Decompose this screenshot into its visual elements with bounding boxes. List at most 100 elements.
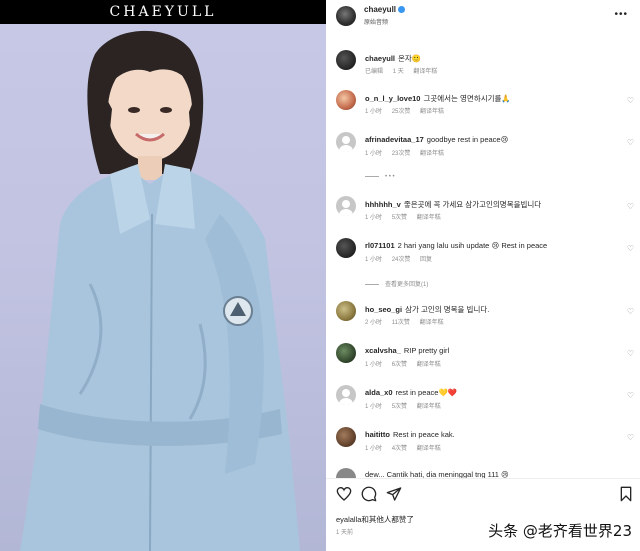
comment-likes[interactable]: 25次赞 [392,109,411,115]
comment-text: rl071101 2 hari yang lalu usih update 😢 R… [365,241,547,250]
comment-meta: 1 小时 5次赞 翻译年糕 [365,212,449,221]
comment-likes[interactable]: 23次赞 [392,151,411,157]
comment-time: 2 小时 [365,320,383,326]
comment-reply[interactable]: 回复 [420,257,432,263]
comment-row: hhhhhh_v 좋은곳에 꼭 가세요 삼가고인의명복을빕니다 1 小时 5次赞 … [326,196,640,221]
heart-outline-icon[interactable] [336,486,352,502]
comment-reply[interactable]: 翻译年糕 [417,362,441,368]
paper-plane-icon[interactable] [386,486,402,502]
comment-likes[interactable]: 11次赞 [392,320,410,326]
like-comment-heart-icon[interactable]: ♡ [627,349,634,358]
comment-body: Rest in peace kak. [393,430,455,439]
default-avatar-icon[interactable] [336,132,356,152]
comment-likes[interactable]: 6次赞 [392,362,407,368]
comment-time: 1 小时 [365,215,383,221]
comment-likes[interactable]: 1 天 [393,69,404,75]
likes-summary[interactable]: eyalalla和其他人都赞了 [336,514,414,525]
comment-likes[interactable]: 24次赞 [392,257,411,263]
comment-meta: 1 小时 4次赞 翻译年糕 [365,443,449,452]
comment-meta: 1 小时 23次赞 翻译年糕 [365,148,452,157]
comment-reply[interactable]: 翻译年糕 [420,109,444,115]
like-comment-heart-icon[interactable]: ♡ [627,244,634,253]
post-photo[interactable] [0,24,326,551]
photo-panel: CHAEYULL [0,0,326,551]
comment-meta: 1 小时 25次赞 翻译年糕 [365,106,452,115]
default-avatar-icon[interactable] [336,196,356,216]
comment-reply[interactable]: 翻译年糕 [417,215,441,221]
commenter-avatar[interactable] [336,468,356,478]
post-timestamp: 1 天前 [336,530,354,536]
partial-comment-row: dew... Cantik hati, dia meninggal tng 11… [326,466,640,478]
comment-bubble-icon[interactable] [361,486,377,502]
comment-text: alda_x0 rest in peace💛❤️ [365,388,457,397]
comment-time: 1 小时 [365,446,383,452]
comment-meta: 1 小时 6次赞 翻译年糕 [365,359,449,368]
commenter-username[interactable]: hhhhhh_v [365,200,401,209]
commenter-avatar[interactable] [336,301,356,321]
commenter-username[interactable]: haititto [365,430,390,439]
comment-row: alda_x0 rest in peace💛❤️ 1 小时 5次赞 翻译年糕 ♡ [326,385,640,410]
brand-bar: CHAEYULL [0,0,326,24]
comment-text: haititto Rest in peace kak. [365,430,455,439]
comment-time: 1 小时 [365,109,383,115]
comment-body: 2 hari yang lalu usih update 😢 Rest in p… [397,241,548,250]
post-username-text[interactable]: chaeyull [364,5,396,14]
comment-body: 그곳에서는 영면하시기를🙏 [423,94,511,103]
like-comment-heart-icon[interactable]: ♡ [627,433,634,442]
like-comment-heart-icon[interactable]: ♡ [627,138,634,147]
commenter-username[interactable]: xcalvsha_ [365,346,401,355]
commenter-avatar[interactable] [336,427,356,447]
comment-reply[interactable]: 翻译年糕 [417,404,441,410]
view-replies-link[interactable]: • • • [365,174,395,180]
comment-body: 좋은곳에 꼭 가세요 삼가고인의명복을빕니다 [403,200,542,209]
like-comment-heart-icon[interactable]: ♡ [627,307,634,316]
comment-body: rest in peace💛❤️ [395,388,458,397]
commenter-username[interactable]: o_n_l_y_love10 [365,94,420,103]
post-author-avatar[interactable] [336,6,356,26]
comment-body: 온자🙂 [398,54,422,63]
bookmark-icon[interactable] [618,486,634,502]
comment-text: ho_seo_gi 삼가 고인의 명복을 빕니다. [365,304,489,315]
comment-time: 1 小时 [365,151,383,157]
post-subtitle[interactable]: 原始音频 [364,17,388,26]
comment-likes[interactable]: 4次赞 [392,446,407,452]
default-avatar-icon[interactable] [336,385,356,405]
brand-logo: CHAEYULL [109,4,217,20]
commenter-avatar[interactable] [336,50,356,70]
verified-badge-icon [398,6,406,14]
commenter-avatar[interactable] [336,90,356,110]
comment-time: 已编辑 [365,69,384,75]
like-comment-heart-icon[interactable]: ♡ [627,96,634,105]
commenter-username[interactable]: ho_seo_gi [365,305,402,314]
comment-text: o_n_l_y_love10 그곳에서는 영면하시기를🙏 [365,93,511,104]
comment-row: afrinadevitaa_17 goodbye rest in peace😢 1… [326,132,640,157]
portrait-illustration [20,30,300,551]
comment-reply[interactable]: 翻译年糕 [420,151,444,157]
commenter-username[interactable]: afrinadevitaa_17 [365,135,424,144]
commenter-avatar[interactable] [336,343,356,363]
comment-text: afrinadevitaa_17 goodbye rest in peace😢 [365,135,508,144]
divider [326,478,640,479]
comment-reply[interactable]: 翻译年糕 [417,446,441,452]
more-horizontal-icon[interactable]: ••• [614,9,628,20]
like-comment-heart-icon[interactable]: ♡ [627,202,634,211]
comment-meta: 已编辑 1 天 翻译年糕 [365,66,445,75]
comment-meta: 1 小时 24次赞 回复 [365,254,440,263]
view-replies-link[interactable]: 查看更多回复(1) [365,279,428,288]
commenter-username[interactable]: alda_x0 [365,388,393,397]
post-author-username[interactable]: chaeyull [364,5,406,14]
comment-likes[interactable]: 5次赞 [392,404,407,410]
commenter-username[interactable]: rl071101 [365,241,395,250]
post-action-bar [326,484,640,506]
post-header: chaeyull 原始音频 ••• [326,0,640,34]
commenter-username[interactable]: chaeyull [365,54,395,63]
like-comment-heart-icon[interactable]: ♡ [627,391,634,400]
comment-text: hhhhhh_v 좋은곳에 꼭 가세요 삼가고인의명복을빕니다 [365,199,541,210]
commenter-avatar[interactable] [336,238,356,258]
comment-time: 1 小时 [365,404,383,410]
partial-comment-text: dew... Cantik hati, dia meninggal tng 11… [365,470,509,478]
comment-likes[interactable]: 5次赞 [392,215,407,221]
comment-reply[interactable]: 翻译年糕 [413,69,437,75]
comment-reply[interactable]: 翻译年糕 [420,320,444,326]
comment-body: 삼가 고인의 명복을 빕니다. [405,305,490,314]
